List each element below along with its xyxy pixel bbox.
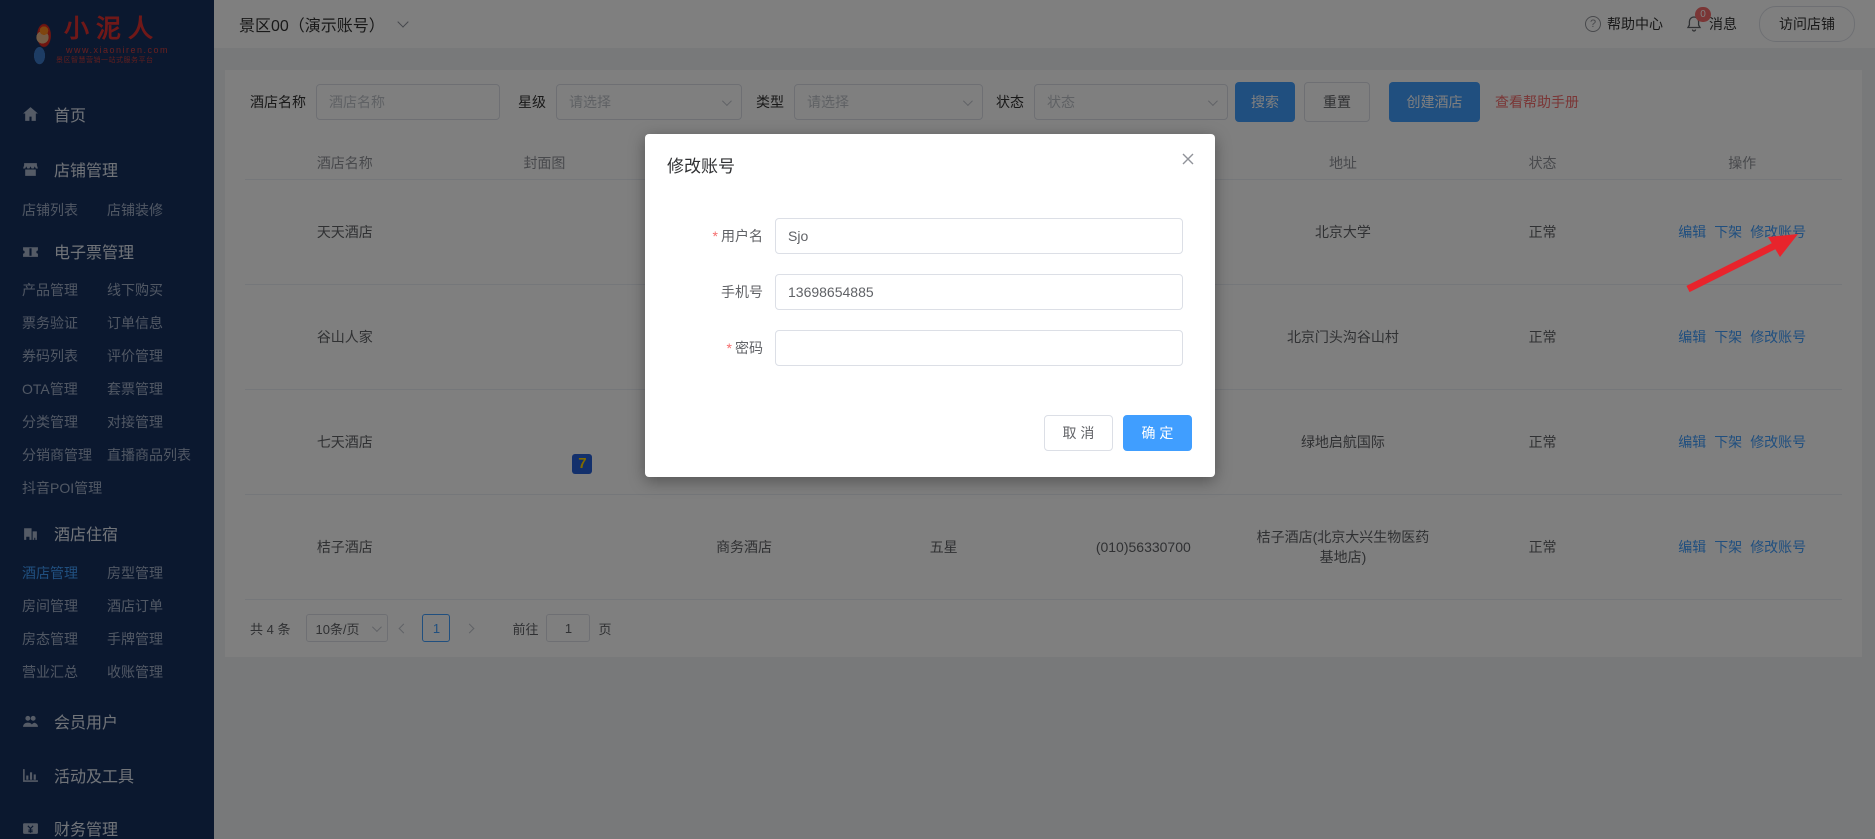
edit-account-modal: 修改账号 *用户名 手机号 *密码 取 消 确 定: [645, 134, 1215, 477]
required-mark: *: [713, 228, 718, 244]
confirm-button[interactable]: 确 定: [1123, 415, 1192, 451]
close-icon[interactable]: [1179, 150, 1197, 168]
app-window: 小泥人 www.xiaoniren.com 景区智慧营销一站式服务平台 首页 店…: [0, 0, 1875, 839]
password-input[interactable]: [775, 330, 1183, 366]
username-input[interactable]: [775, 218, 1183, 254]
phone-field-row: 手机号: [645, 274, 1215, 310]
phone-input[interactable]: [775, 274, 1183, 310]
username-field-row: *用户名: [645, 218, 1215, 254]
username-label: *用户名: [645, 226, 775, 246]
phone-label: 手机号: [645, 282, 775, 302]
modal-title: 修改账号: [667, 152, 735, 177]
password-field-row: *密码: [645, 330, 1215, 366]
required-mark: *: [727, 340, 732, 356]
cancel-button[interactable]: 取 消: [1044, 415, 1113, 451]
password-label: *密码: [645, 338, 775, 358]
